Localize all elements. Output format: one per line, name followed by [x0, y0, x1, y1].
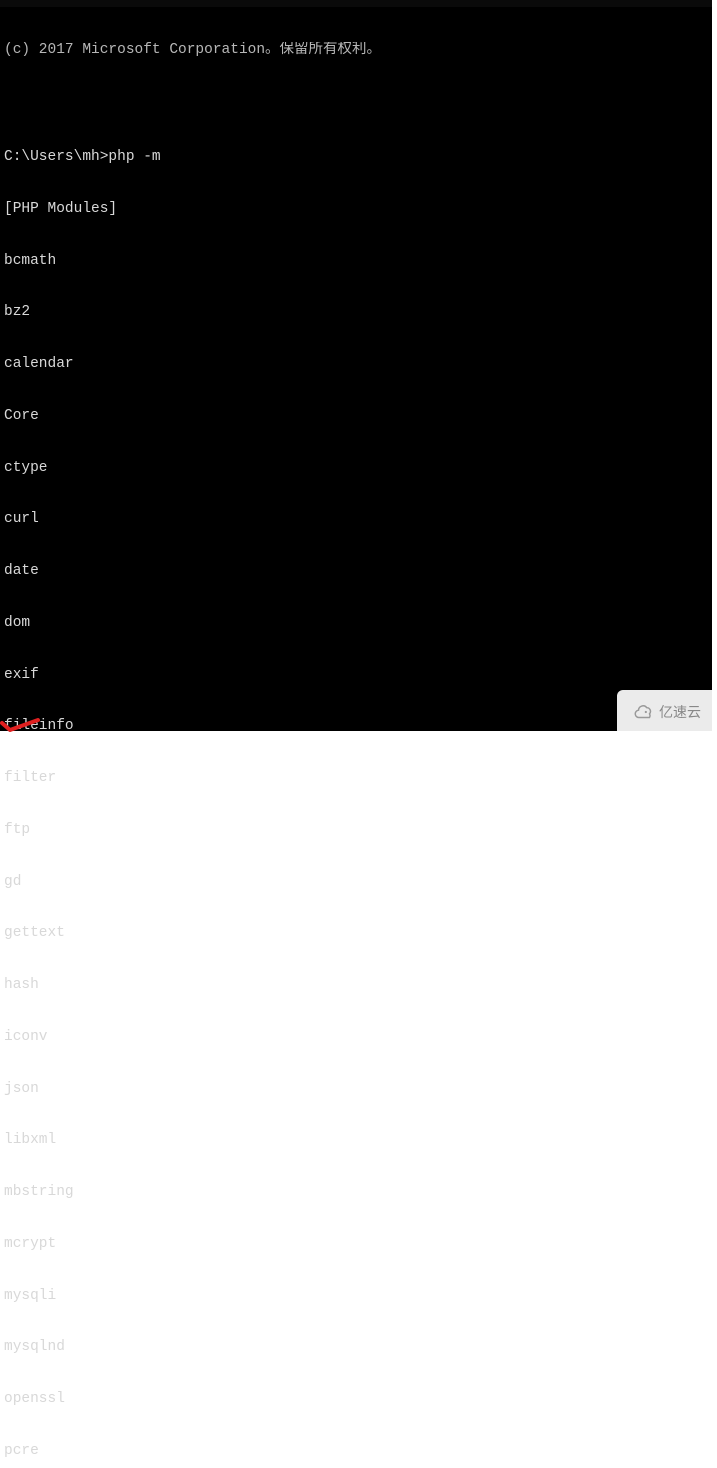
- module-line: hash: [4, 977, 708, 994]
- copyright-line: (c) 2017 Microsoft Corporation。保留所有权利。: [4, 42, 708, 59]
- watermark-badge: 亿速云: [617, 690, 717, 734]
- command-prompt-line: C:\Users\mh>php -m: [4, 149, 708, 166]
- module-line: mcrypt: [4, 1236, 708, 1253]
- module-line: ftp: [4, 822, 708, 839]
- module-line: gd: [4, 874, 708, 891]
- module-line: Core: [4, 408, 708, 425]
- module-line: ctype: [4, 460, 708, 477]
- terminal-window[interactable]: (c) 2017 Microsoft Corporation。保留所有权利。 C…: [0, 0, 712, 731]
- module-line: gettext: [4, 925, 708, 942]
- module-line: pcre: [4, 1443, 708, 1460]
- module-line: libxml: [4, 1132, 708, 1149]
- module-line: filter: [4, 770, 708, 787]
- cloud-icon: [633, 701, 655, 723]
- module-line: bcmath: [4, 253, 708, 270]
- module-line: date: [4, 563, 708, 580]
- module-line: fileinfo: [4, 718, 708, 735]
- watermark-text: 亿速云: [659, 702, 701, 722]
- red-check-annotation: [0, 682, 40, 696]
- module-line: calendar: [4, 356, 708, 373]
- module-line: dom: [4, 615, 708, 632]
- module-line: exif: [4, 667, 708, 684]
- php-modules-header: [PHP Modules]: [4, 201, 708, 218]
- module-line: curl: [4, 511, 708, 528]
- blank-line: [4, 97, 708, 114]
- module-line: mbstring: [4, 1184, 708, 1201]
- module-line: iconv: [4, 1029, 708, 1046]
- module-line: bz2: [4, 304, 708, 321]
- module-line: mysqli: [4, 1288, 708, 1305]
- module-line: openssl: [4, 1391, 708, 1408]
- module-line: json: [4, 1081, 708, 1098]
- module-line: mysqlnd: [4, 1339, 708, 1356]
